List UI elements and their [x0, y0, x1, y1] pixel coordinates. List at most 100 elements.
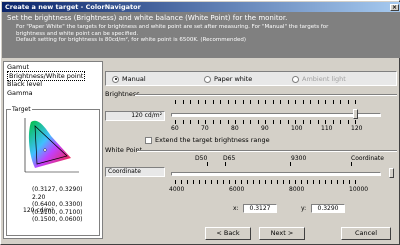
brightness-ticks-bottom [175, 120, 356, 124]
white-point-ticks-top [175, 162, 355, 166]
brightness-tick-mark [250, 100, 251, 104]
white-point-tick-mark [211, 180, 212, 184]
white-point-tick-mark [355, 180, 356, 184]
white-point-tick-mark [259, 180, 260, 184]
cancel-button[interactable]: Cancel [341, 227, 391, 240]
brightness-tick-mark [190, 120, 191, 124]
target-legend: Target [11, 106, 32, 113]
white-point-tick-mark [283, 180, 284, 184]
white-point-slider-thumb[interactable] [389, 168, 394, 178]
brightness-tick-mark [295, 100, 296, 104]
y-coordinate-input[interactable]: 0.3290 [311, 204, 345, 213]
target-blue: (0.1500, 0.0600) [32, 216, 83, 223]
brightness-tick-mark [205, 100, 206, 104]
white-point-tick-mark [175, 180, 176, 184]
white-point-tick-mark [331, 180, 332, 184]
white-point-tick-mark [193, 180, 194, 184]
brightness-tick-mark [340, 120, 341, 124]
brightness-tick-mark [197, 120, 199, 124]
brightness-tick-mark [295, 120, 296, 124]
x-coordinate-input[interactable]: 0.3127 [243, 204, 277, 213]
white-point-preset-label: Coordinate [351, 155, 384, 162]
back-button[interactable]: < Back [205, 227, 251, 240]
white-point-tick-mark [181, 180, 182, 184]
target-gamma: 2.20 [32, 193, 46, 201]
brightness-tick-mark [265, 100, 266, 104]
white-point-tick-mark [253, 180, 254, 184]
radio-paper-white[interactable]: Paper white [204, 75, 252, 83]
white-point-tick-mark [349, 180, 350, 184]
white-point-tick-label: 4000 [169, 186, 185, 193]
white-point-tick-mark [187, 180, 188, 184]
radio-paper-white-label: Paper white [214, 75, 253, 83]
brightness-slider-thumb[interactable] [353, 109, 358, 119]
white-point-tick-mark [229, 180, 230, 184]
brightness-tick-mark [302, 100, 304, 104]
brightness-tick-mark [220, 100, 221, 104]
brightness-tick-mark [220, 120, 221, 124]
sidebar-item-gamut[interactable]: Gamut [7, 63, 29, 71]
brightness-tick-mark [325, 100, 326, 104]
brightness-tick-mark [272, 100, 274, 104]
brightness-tick-mark [212, 100, 214, 104]
brightness-tick-mark [227, 120, 229, 124]
brightness-slider-track[interactable] [171, 113, 381, 117]
white-point-tick-label: 10000 [349, 186, 369, 193]
brightness-tick-mark [227, 100, 229, 104]
white-point-preset-tick [351, 162, 353, 166]
radio-manual[interactable]: Manual [112, 75, 146, 83]
white-point-mode-field: Coordinate [105, 167, 165, 177]
brightness-tick-label: 70 [201, 125, 209, 132]
brightness-tick-mark [257, 120, 259, 124]
brightness-value-field: 120 cd/m² [105, 111, 165, 121]
brightness-tick-label: 120 [351, 125, 363, 132]
white-point-tick-mark [337, 180, 338, 184]
white-point-tick-mark [223, 180, 224, 184]
brightness-tick-mark [212, 120, 214, 124]
target-white-point: (0.3127, 0.3290) [32, 186, 83, 193]
close-icon[interactable]: × [390, 4, 399, 11]
brightness-tick-mark [310, 100, 311, 104]
brightness-tick-mark [287, 100, 289, 104]
brightness-tick-mark [242, 120, 244, 124]
title-bar: Create a new target - ColorNavigator × [2, 2, 400, 12]
next-button[interactable]: Next > [259, 227, 305, 240]
white-point-tick-mark [325, 180, 326, 184]
extend-range-checkbox[interactable]: Extend the target brightness range [145, 136, 270, 144]
white-point-tick-mark [319, 180, 320, 184]
white-point-preset-label: 9300 [291, 155, 307, 162]
white-point-ticks-bottom [175, 180, 356, 184]
brightness-tick-mark [347, 100, 349, 104]
x-coordinate-label: x: [233, 205, 239, 212]
brightness-divider [135, 94, 397, 96]
brightness-tick-mark [287, 120, 289, 124]
brightness-tick-label: 60 [171, 125, 179, 132]
brightness-tick-label: 110 [321, 125, 333, 132]
brightness-tick-mark [355, 120, 356, 124]
white-point-preset-tick [290, 162, 292, 166]
white-point-tick-mark [199, 180, 200, 184]
mode-radio-group: Manual Paper white Ambient light [105, 71, 397, 86]
brightness-tick-mark [340, 100, 341, 104]
brightness-tick-mark [190, 100, 191, 104]
white-point-tick-mark [289, 180, 290, 184]
brightness-tick-mark [175, 100, 176, 104]
brightness-tick-mark [347, 120, 349, 124]
radio-paper-white-dot [204, 75, 211, 83]
brightness-tick-mark [272, 120, 274, 124]
white-point-tick-mark [307, 180, 308, 184]
radio-manual-dot [112, 75, 119, 83]
brightness-tick-mark [317, 100, 319, 104]
white-point-tick-mark [313, 180, 314, 184]
white-point-slider-track[interactable] [171, 172, 381, 176]
white-point-tick-mark [277, 180, 278, 184]
brightness-tick-mark [197, 100, 199, 104]
target-green: (0.2100, 0.7100) [32, 208, 83, 216]
sidebar-item-black-level[interactable]: Black level [7, 80, 42, 88]
white-point-divider [137, 150, 397, 152]
sidebar-item-gamma[interactable]: Gamma [7, 89, 33, 97]
extend-range-label: Extend the target brightness range [155, 136, 270, 144]
white-point-tick-mark [265, 180, 266, 184]
window: Create a new target - ColorNavigator × S… [0, 0, 400, 245]
brightness-tick-mark [205, 120, 206, 124]
